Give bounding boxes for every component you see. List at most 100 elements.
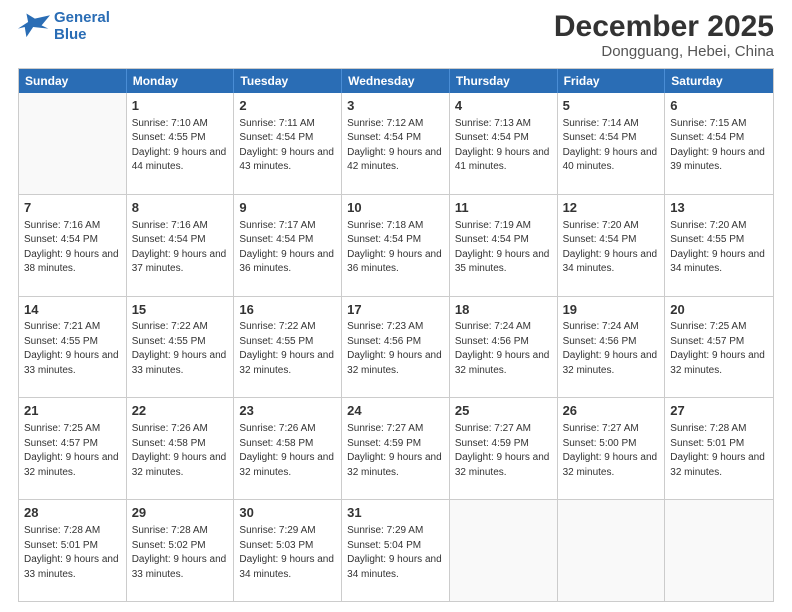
calendar-cell: 12Sunrise: 7:20 AMSunset: 4:54 PMDayligh… — [558, 195, 666, 296]
logo-line2: Blue — [54, 26, 87, 43]
calendar-cell: 23Sunrise: 7:26 AMSunset: 4:58 PMDayligh… — [234, 398, 342, 499]
calendar-cell: 15Sunrise: 7:22 AMSunset: 4:55 PMDayligh… — [127, 297, 235, 398]
day-info: Sunrise: 7:15 AMSunset: 4:54 PMDaylight:… — [670, 117, 768, 175]
day-number: 23 — [239, 402, 336, 421]
calendar-cell: 16Sunrise: 7:22 AMSunset: 4:55 PMDayligh… — [234, 297, 342, 398]
daylight-text: Daylight: 9 hours and 32 minutes. — [347, 350, 442, 376]
daylight-text: Daylight: 9 hours and 39 minutes. — [670, 147, 765, 173]
sunset-text: Sunset: 4:54 PM — [347, 132, 421, 143]
sunset-text: Sunset: 4:58 PM — [132, 438, 206, 449]
sunset-text: Sunset: 4:54 PM — [563, 234, 637, 245]
daylight-text: Daylight: 9 hours and 40 minutes. — [563, 147, 658, 173]
calendar-cell — [19, 93, 127, 194]
daylight-text: Daylight: 9 hours and 32 minutes. — [24, 452, 119, 478]
day-info: Sunrise: 7:23 AMSunset: 4:56 PMDaylight:… — [347, 320, 444, 378]
day-number: 8 — [132, 199, 229, 218]
logo-text: General Blue — [54, 10, 110, 43]
sunrise-text: Sunrise: 7:24 AM — [455, 321, 531, 332]
day-info: Sunrise: 7:26 AMSunset: 4:58 PMDaylight:… — [239, 422, 336, 480]
sunset-text: Sunset: 4:54 PM — [239, 234, 313, 245]
sunset-text: Sunset: 4:56 PM — [455, 336, 529, 347]
sunrise-text: Sunrise: 7:27 AM — [563, 423, 639, 434]
sunrise-text: Sunrise: 7:12 AM — [347, 118, 423, 129]
day-number: 22 — [132, 402, 229, 421]
daylight-text: Daylight: 9 hours and 32 minutes. — [455, 452, 550, 478]
day-info: Sunrise: 7:29 AMSunset: 5:03 PMDaylight:… — [239, 524, 336, 582]
day-number: 30 — [239, 504, 336, 523]
day-number: 17 — [347, 301, 444, 320]
day-number: 4 — [455, 97, 552, 116]
daylight-text: Daylight: 9 hours and 32 minutes. — [347, 452, 442, 478]
daylight-text: Daylight: 9 hours and 43 minutes. — [239, 147, 334, 173]
day-number: 20 — [670, 301, 768, 320]
daylight-text: Daylight: 9 hours and 33 minutes. — [24, 350, 119, 376]
day-info: Sunrise: 7:21 AMSunset: 4:55 PMDaylight:… — [24, 320, 121, 378]
sunrise-text: Sunrise: 7:21 AM — [24, 321, 100, 332]
daylight-text: Daylight: 9 hours and 34 minutes. — [563, 249, 658, 275]
day-info: Sunrise: 7:25 AMSunset: 4:57 PMDaylight:… — [24, 422, 121, 480]
daylight-text: Daylight: 9 hours and 36 minutes. — [347, 249, 442, 275]
sunset-text: Sunset: 4:54 PM — [455, 132, 529, 143]
calendar-body: 1Sunrise: 7:10 AMSunset: 4:55 PMDaylight… — [19, 93, 773, 601]
calendar-cell: 10Sunrise: 7:18 AMSunset: 4:54 PMDayligh… — [342, 195, 450, 296]
day-info: Sunrise: 7:22 AM Sunset: 4:55 PM Daylight:… — [239, 320, 336, 378]
sunrise-text: Sunrise: 7:29 AM — [239, 525, 315, 536]
day-number: 28 — [24, 504, 121, 523]
day-info: Sunrise: 7:22 AMSunset: 4:55 PMDaylight:… — [132, 320, 229, 378]
sunrise-text: Sunrise: 7:26 AM — [132, 423, 208, 434]
day-number: 27 — [670, 402, 768, 421]
calendar-cell: 25Sunrise: 7:27 AMSunset: 4:59 PMDayligh… — [450, 398, 558, 499]
day-info: Sunrise: 7:17 AMSunset: 4:54 PMDaylight:… — [239, 219, 336, 277]
sunrise-text: Sunrise: 7:22 AM — [239, 321, 315, 332]
sunrise-text: Sunrise: 7:28 AM — [670, 423, 746, 434]
calendar-cell: 3 Sunrise: 7:12 AM Sunset: 4:54 PM Daylight… — [342, 93, 450, 194]
daylight-text: Daylight: 9 hours and 32 minutes. — [563, 350, 658, 376]
day-number: 2 — [239, 97, 336, 116]
calendar-week: 1Sunrise: 7:10 AMSunset: 4:55 PMDaylight… — [19, 93, 773, 195]
day-info: Sunrise: 7:18 AMSunset: 4:54 PMDaylight:… — [347, 219, 444, 277]
day-info: Sunrise: 7:26 AMSunset: 4:58 PMDaylight:… — [132, 422, 229, 480]
day-info: Sunrise: 7:16 AMSunset: 4:54 PMDaylight:… — [24, 219, 121, 277]
day-info: Sunrise: 7:24 AMSunset: 4:56 PMDaylight:… — [455, 320, 552, 378]
sunrise-text: Sunrise: 7:20 AM — [670, 220, 746, 231]
sunrise-text: Sunrise: 7:24 AM — [563, 321, 639, 332]
daylight-text: Daylight: 9 hours and 34 minutes. — [670, 249, 765, 275]
calendar-cell: 5Sunrise: 7:14 AMSunset: 4:54 PMDaylight… — [558, 93, 666, 194]
day-info: Sunrise: 7:25 AMSunset: 4:57 PMDaylight:… — [670, 320, 768, 378]
calendar-cell: 2Sunrise: 7:11 AMSunset: 4:54 PMDaylight… — [234, 93, 342, 194]
day-number: 29 — [132, 504, 229, 523]
daylight-text: Daylight: 9 hours and 33 minutes. — [24, 554, 119, 580]
calendar-cell: 22Sunrise: 7:26 AMSunset: 4:58 PMDayligh… — [127, 398, 235, 499]
sunset-text: Sunset: 5:03 PM — [239, 540, 313, 551]
calendar: SundayMondayTuesdayWednesdayThursdayFrid… — [18, 68, 774, 602]
day-number: 12 — [563, 199, 660, 218]
daylight-text: Daylight: 9 hours and 33 minutes. — [132, 554, 227, 580]
daylight-text: Daylight: 9 hours and 34 minutes. — [347, 554, 442, 580]
daylight-text: Daylight: 9 hours and 32 minutes. — [239, 350, 334, 376]
day-number: 24 — [347, 402, 444, 421]
sunrise-text: Sunrise: 7:28 AM — [24, 525, 100, 536]
day-info: Sunrise: 7:28 AMSunset: 5:02 PMDaylight:… — [132, 524, 229, 582]
sunset-text: Sunset: 5:00 PM — [563, 438, 637, 449]
calendar-cell: 7Sunrise: 7:16 AMSunset: 4:54 PMDaylight… — [19, 195, 127, 296]
day-number: 1 — [132, 97, 229, 116]
calendar-header: SundayMondayTuesdayWednesdayThursdayFrid… — [19, 69, 773, 93]
sunset-text: Sunset: 4:55 PM — [132, 336, 206, 347]
sunrise-text: Sunrise: 7:18 AM — [347, 220, 423, 231]
sunset-text: Sunset: 4:55 PM — [239, 336, 313, 347]
calendar-cell: 27Sunrise: 7:28 AMSunset: 5:01 PMDayligh… — [665, 398, 773, 499]
calendar-cell — [558, 500, 666, 601]
day-number: 26 — [563, 402, 660, 421]
day-number: 3 — [347, 97, 444, 116]
title-block: December 2025 Dongguang, Hebei, China — [554, 10, 774, 60]
calendar-cell: 4Sunrise: 7:13 AMSunset: 4:54 PMDaylight… — [450, 93, 558, 194]
sunset-text: Sunset: 4:55 PM — [670, 234, 744, 245]
day-info: Sunrise: 7:27 AMSunset: 5:00 PMDaylight:… — [563, 422, 660, 480]
daylight-text: Daylight: 9 hours and 42 minutes. — [347, 147, 442, 173]
sunrise-text: Sunrise: 7:11 AM — [239, 118, 314, 129]
calendar-cell: 19Sunrise: 7:24 AMSunset: 4:56 PMDayligh… — [558, 297, 666, 398]
sunset-text: Sunset: 4:55 PM — [132, 132, 206, 143]
calendar-cell: 13Sunrise: 7:20 AMSunset: 4:55 PMDayligh… — [665, 195, 773, 296]
day-info: Sunrise: 7:28 AMSunset: 5:01 PMDaylight:… — [670, 422, 768, 480]
sunset-text: Sunset: 4:58 PM — [239, 438, 313, 449]
